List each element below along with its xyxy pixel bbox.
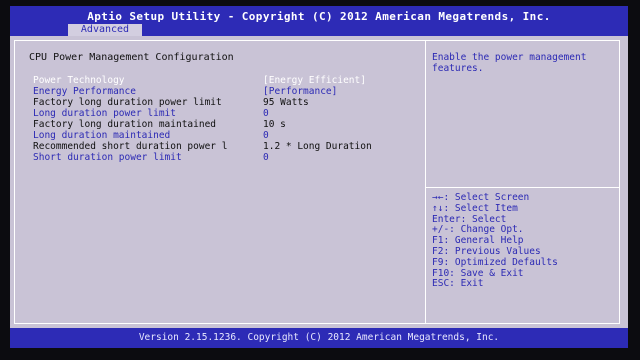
setting-label: Long duration maintained — [33, 130, 171, 141]
setting-long-duration-power-limit[interactable]: Long duration power limit 0 — [33, 108, 421, 119]
info-factory-long-duration-power-limit: Factory long duration power limit 95 Wat… — [33, 97, 421, 108]
help-panel: Enable the power management features. →←… — [426, 40, 620, 324]
key-hint-exit: ESC: Exit — [432, 278, 484, 290]
help-divider — [426, 187, 619, 188]
setting-long-duration-maintained[interactable]: Long duration maintained 0 — [33, 130, 421, 141]
setting-value[interactable]: [Energy Efficient] — [263, 75, 366, 86]
setting-label: Recommended short duration power l — [33, 141, 228, 152]
setting-value[interactable]: 0 — [263, 130, 269, 141]
footer-bar: Version 2.15.1236. Copyright (C) 2012 Am… — [10, 328, 628, 348]
settings-panel: CPU Power Management Configuration Power… — [14, 40, 426, 324]
setting-label: Short duration power limit — [33, 152, 182, 163]
key-legend: →←: Select Screen ↑↓: Select Item Enter:… — [432, 192, 558, 290]
setting-value[interactable]: 0 — [263, 152, 269, 163]
setting-value: 95 Watts — [263, 97, 309, 108]
title-bar: Aptio Setup Utility - Copyright (C) 2012… — [10, 6, 628, 36]
setting-label: Factory long duration power limit — [33, 97, 222, 108]
version-text: Version 2.15.1236. Copyright (C) 2012 Am… — [138, 332, 500, 343]
setting-label: Power Technology — [33, 75, 125, 86]
setting-label: Energy Performance — [33, 86, 136, 97]
info-recommended-short-duration-power: Recommended short duration power l 1.2 *… — [33, 141, 421, 152]
section-title: CPU Power Management Configuration — [29, 52, 234, 63]
setting-label: Factory long duration maintained — [33, 119, 217, 130]
tab-advanced[interactable]: Advanced — [68, 24, 142, 36]
setting-value: 10 s — [263, 119, 286, 130]
help-description: Enable the power management features. — [432, 52, 587, 74]
setting-value[interactable]: [Performance] — [263, 86, 337, 97]
setting-energy-performance[interactable]: Energy Performance [Performance] — [33, 86, 421, 97]
setting-short-duration-power-limit[interactable]: Short duration power limit 0 — [33, 152, 421, 163]
setting-value[interactable]: 0 — [263, 108, 269, 119]
setting-power-technology[interactable]: Power Technology [Energy Efficient] — [33, 75, 421, 86]
bios-screen: Aptio Setup Utility - Copyright (C) 2012… — [10, 6, 628, 348]
key-hint-select-item: ↑↓: Select Item — [432, 202, 518, 214]
app-title: Aptio Setup Utility - Copyright (C) 2012… — [87, 10, 551, 23]
setting-label: Long duration power limit — [33, 108, 176, 119]
key-hint-optimized-defaults: F9: Optimized Defaults — [432, 256, 558, 268]
info-factory-long-duration-maintained: Factory long duration maintained 10 s — [33, 119, 421, 130]
setting-value: 1.2 * Long Duration — [263, 141, 372, 152]
